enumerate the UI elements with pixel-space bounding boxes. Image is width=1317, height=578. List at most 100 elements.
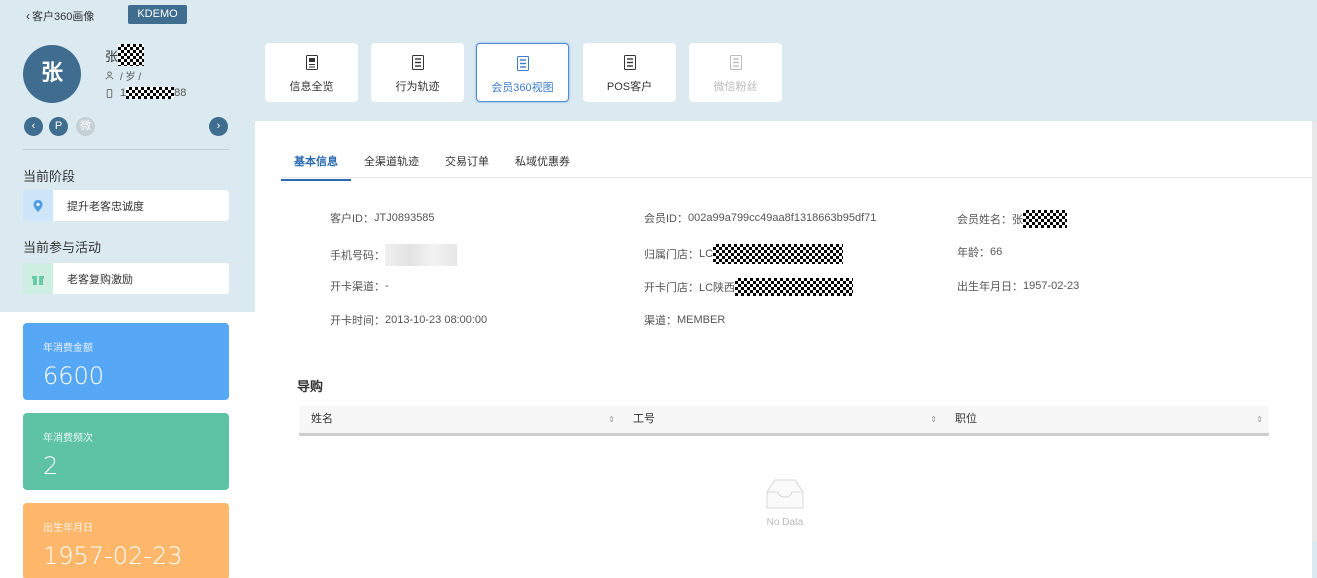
- phone-suffix: 88: [174, 87, 187, 99]
- sort-icon[interactable]: ⇕: [1256, 406, 1263, 433]
- scrollbar[interactable]: [1312, 121, 1317, 541]
- tab-overview[interactable]: 信息全览: [265, 43, 358, 102]
- column-label: 工号: [633, 413, 655, 425]
- customer-name: 张: [105, 44, 145, 66]
- field-label: 客户ID：: [330, 213, 374, 225]
- stat-label: 年消费频次: [43, 433, 93, 444]
- subtab-orders[interactable]: 交易订单: [432, 141, 502, 181]
- activity-value: 老客复购激励: [67, 273, 133, 286]
- back-link[interactable]: ‹ 客户360画像: [26, 8, 94, 24]
- subtab-omni-channel[interactable]: 全渠道轨迹: [351, 141, 432, 181]
- field-card-time: 开卡时间： 2013-10-23 08:00:00: [330, 312, 487, 328]
- field-label: 手机号码：: [330, 250, 385, 262]
- blurred-phone: [385, 244, 457, 266]
- field-value: 张: [1012, 214, 1023, 226]
- field-label: 年龄：: [957, 247, 990, 259]
- column-label: 姓名: [311, 413, 333, 425]
- gender-age-text: / 岁 /: [120, 72, 142, 83]
- tab-member-360[interactable]: 会员360视图: [476, 43, 569, 102]
- masked-phone: [126, 87, 175, 99]
- location-icon: [23, 190, 53, 221]
- field-customer-id: 客户ID： JTJ0893585: [330, 210, 435, 226]
- tab-label: POS客户: [606, 81, 653, 93]
- field-value: -: [385, 280, 389, 292]
- subtab-coupons[interactable]: 私域优惠券: [502, 141, 583, 181]
- field-label: 开卡门店：: [644, 282, 699, 294]
- field-label: 会员姓名：: [957, 214, 1012, 226]
- field-value: LC: [699, 248, 714, 260]
- empty-text: No Data: [766, 517, 804, 528]
- column-header-name[interactable]: 姓名 ⇕: [299, 406, 621, 433]
- field-value: LC陕西: [699, 282, 736, 294]
- field-home-store: 归属门店： LC: [644, 244, 844, 264]
- gender-age: / 岁 /: [105, 68, 141, 83]
- phone-icon: [106, 88, 113, 98]
- tab-label: 信息全览: [289, 81, 334, 93]
- field-value: 2013-10-23 08:00:00: [385, 314, 488, 326]
- overview-icon: [305, 55, 318, 70]
- field-age: 年龄： 66: [957, 244, 1002, 260]
- stat-label: 出生年月日: [43, 523, 93, 534]
- tab-pos-customer[interactable]: POS客户: [583, 43, 676, 102]
- divider: [23, 149, 229, 150]
- gift-icon: [23, 263, 53, 294]
- stat-card-birthday: 出生年月日 1957-02-23: [23, 503, 229, 578]
- stage-title: 当前阶段: [23, 169, 76, 184]
- field-birthday: 出生年月日： 1957-02-23: [957, 278, 1079, 294]
- field-value: 002a99a799cc49aa8f1318663b95df71: [688, 212, 877, 224]
- next-customer-button[interactable]: ›: [209, 117, 228, 136]
- guide-section-title: 导购: [297, 379, 324, 394]
- masked-name: [118, 44, 145, 66]
- masked-name: [1023, 210, 1067, 228]
- field-phone: 手机号码：: [330, 244, 457, 266]
- field-value: MEMBER: [677, 314, 726, 326]
- stats-area: 年消费金额 6600 年消费频次 2 出生年月日 1957-02-23: [0, 312, 255, 578]
- stat-value: 2: [43, 452, 59, 480]
- subtab-basic-info[interactable]: 基本信息: [281, 141, 351, 181]
- customer-name-prefix: 张: [105, 48, 119, 64]
- wechat-icon: [729, 55, 742, 70]
- env-badge: KDEMO: [128, 5, 187, 24]
- stage-value: 提升老客忠诚度: [67, 200, 144, 213]
- tab-behavior[interactable]: 行为轨迹: [371, 43, 464, 102]
- stat-card-annual-spend: 年消费金额 6600: [23, 323, 229, 400]
- tab-label: 行为轨迹: [395, 81, 440, 93]
- sort-icon[interactable]: ⇕: [608, 406, 615, 433]
- field-card-channel: 开卡渠道： -: [330, 278, 389, 294]
- customer-phone: 1 88: [105, 87, 186, 99]
- top-bar: ‹ 客户360画像 KDEMO: [0, 0, 1317, 30]
- behavior-icon: [411, 55, 424, 70]
- column-header-employee-id[interactable]: 工号 ⇕: [621, 406, 943, 433]
- subtab-underline: [281, 177, 1312, 178]
- masked-store: [713, 244, 844, 264]
- field-label: 出生年月日：: [957, 281, 1023, 293]
- field-label: 开卡时间：: [330, 315, 385, 327]
- wechat-badge-button[interactable]: 微: [76, 117, 95, 136]
- p-badge-button[interactable]: P: [49, 117, 68, 136]
- column-label: 职位: [955, 413, 977, 425]
- stat-value: 6600: [43, 362, 105, 390]
- pos-icon: [623, 55, 636, 70]
- activity-card: 老客复购激励: [23, 263, 229, 294]
- field-value: JTJ0893585: [374, 212, 435, 224]
- back-link-label: 客户360画像: [32, 11, 95, 23]
- field-channel: 渠道： MEMBER: [644, 312, 725, 328]
- column-header-position[interactable]: 职位 ⇕: [943, 406, 1269, 433]
- field-member-id: 会员ID： 002a99a799cc49aa8f1318663b95df71: [644, 210, 876, 226]
- tab-wechat-fans[interactable]: 微信粉丝: [689, 43, 782, 102]
- field-label: 归属门店：: [644, 249, 699, 261]
- sort-icon[interactable]: ⇕: [930, 406, 937, 433]
- field-value: 1957-02-23: [1023, 280, 1080, 292]
- field-member-name: 会员姓名： 张: [957, 210, 1067, 228]
- stat-card-annual-frequency: 年消费频次 2: [23, 413, 229, 490]
- activity-title: 当前参与活动: [23, 240, 102, 255]
- prev-customer-button[interactable]: ‹: [24, 117, 43, 136]
- field-label: 渠道：: [644, 315, 677, 327]
- profile-nav-row: ‹ P 微 ›: [24, 117, 229, 137]
- chevron-left-icon: ‹: [26, 9, 30, 23]
- stat-value: 1957-02-23: [43, 542, 183, 570]
- main-panel: 基本信息 全渠道轨迹 交易订单 私域优惠券 客户ID： JTJ0893585 手…: [255, 121, 1312, 578]
- field-card-store: 开卡门店： LC陕西: [644, 278, 854, 296]
- stage-card: 提升老客忠诚度: [23, 190, 229, 221]
- empty-inbox-icon: [766, 479, 804, 509]
